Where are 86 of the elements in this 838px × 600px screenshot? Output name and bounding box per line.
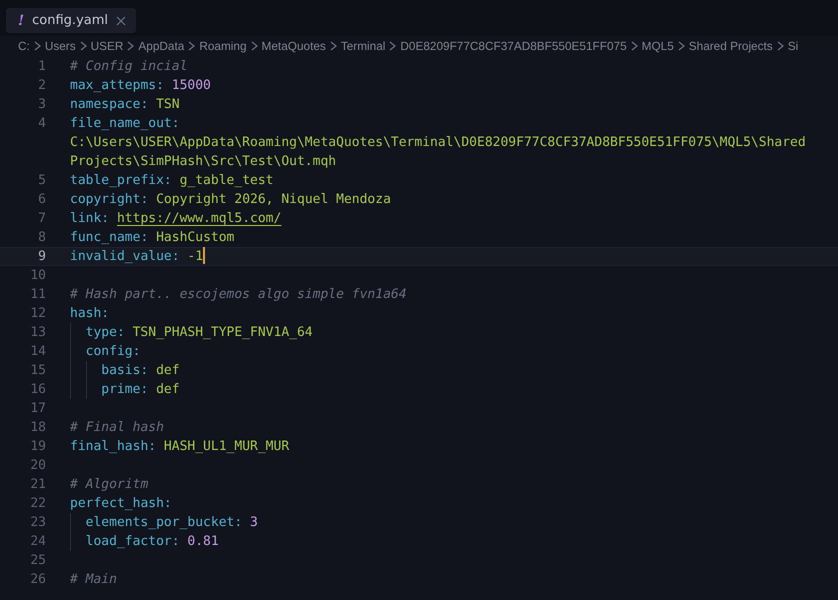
- breadcrumb-item[interactable]: D0E8209F77C8CF37AD8BF550E51FF075: [400, 37, 627, 55]
- line-number: 7: [37, 210, 47, 228]
- breadcrumb-item[interactable]: USER: [90, 37, 124, 55]
- line-number: 22: [29, 495, 47, 513]
- line-number: 21: [29, 476, 47, 494]
- yaml-key: type:: [86, 325, 125, 340]
- chevron-icon: [34, 41, 41, 51]
- yaml-value: -1: [187, 249, 204, 264]
- line-number: 6: [37, 191, 47, 209]
- line-number: 20: [29, 457, 47, 475]
- chevron-icon: [776, 41, 784, 51]
- line-number: 14: [29, 343, 47, 361]
- breadcrumb-item[interactable]: MQL5: [642, 37, 674, 55]
- close-icon[interactable]: [116, 16, 126, 26]
- yaml-key: func_name:: [70, 230, 148, 245]
- line-number: 2: [37, 77, 47, 95]
- yaml-key: config:: [86, 344, 140, 359]
- breadcrumb-item[interactable]: Shared Projects: [688, 37, 773, 55]
- yaml-value: Copyright 2026, Niquel Mendoza: [156, 192, 391, 207]
- yaml-value: 0.81: [187, 534, 219, 549]
- yaml-key: link:: [70, 211, 110, 226]
- breadcrumb-item[interactable]: MetaQuotes: [262, 37, 326, 55]
- breadcrumb-item[interactable]: Terminal: [340, 37, 386, 55]
- yaml-key: elements_por_bucket:: [86, 515, 242, 530]
- text-cursor: [203, 247, 206, 264]
- code-comment: # Algoritm: [70, 477, 148, 492]
- line-number: 15: [29, 362, 47, 380]
- chevron-icon: [678, 41, 685, 51]
- yaml-key: max_attepms:: [70, 78, 164, 93]
- yaml-key: basis:: [101, 363, 148, 378]
- line-number: 12: [29, 305, 47, 323]
- yaml-value: 3: [250, 515, 258, 530]
- breadcrumb-item[interactable]: Roaming: [199, 37, 247, 55]
- code-comment: # Config incial: [70, 59, 188, 74]
- yaml-key: file_name_out:: [70, 116, 180, 131]
- yaml-value: g_table_test: [180, 173, 274, 188]
- yaml-key: table_prefix:: [70, 173, 172, 188]
- line-number: 25: [29, 552, 47, 570]
- code-comment: # Final hash: [70, 420, 164, 435]
- line-number: 17: [29, 400, 47, 418]
- file-tab[interactable]: ! config.yaml: [6, 8, 136, 33]
- yaml-value: TSN: [156, 97, 180, 112]
- chevron-icon: [389, 41, 396, 51]
- line-number: 8: [37, 229, 47, 247]
- line-number: 23: [29, 514, 47, 532]
- yaml-key: load_factor:: [86, 534, 180, 549]
- breadcrumb-item[interactable]: Si: [788, 37, 798, 55]
- breadcrumb-item[interactable]: AppData: [138, 37, 184, 55]
- breadcrumb-item[interactable]: C:: [18, 37, 30, 55]
- line-number: 11: [29, 286, 47, 304]
- yaml-value: TSN_PHASH_TYPE_FNV1A_64: [132, 325, 313, 340]
- line-number: 19: [29, 438, 47, 456]
- line-number: 4: [37, 115, 47, 133]
- line-number: 9: [37, 248, 47, 266]
- line-number: 13: [29, 324, 47, 342]
- line-number: 1: [37, 58, 47, 76]
- chevron-icon: [188, 41, 196, 51]
- yaml-key: namespace:: [70, 97, 148, 112]
- yaml-value: def: [156, 382, 180, 397]
- link[interactable]: https://www.mql5.com/: [116, 211, 282, 226]
- line-number: 16: [29, 381, 47, 399]
- line-number: 24: [29, 533, 47, 551]
- code-comment: # Main: [70, 572, 117, 587]
- breadcrumb-item[interactable]: Users: [44, 37, 76, 55]
- chevron-icon: [630, 41, 638, 51]
- yaml-key: copyright:: [70, 192, 148, 207]
- yaml-value: 15000: [172, 78, 211, 93]
- line-number: 26: [29, 571, 47, 589]
- line-number: 18: [29, 419, 47, 437]
- yaml-value: def: [156, 363, 180, 378]
- yaml-key: final_hash:: [70, 439, 156, 454]
- warning-icon: !: [18, 12, 24, 28]
- chevron-icon: [80, 41, 87, 51]
- chevron-icon: [250, 41, 258, 51]
- yaml-value: HASH_UL1_MUR_MUR: [164, 439, 290, 454]
- code-comment: # Hash part.. escojemos algo simple fvn1a64: [70, 287, 407, 302]
- line-number: 10: [29, 267, 47, 285]
- yaml-value: HashCustom: [156, 230, 234, 245]
- yaml-key: perfect_hash:: [70, 496, 172, 511]
- chevron-icon: [127, 41, 134, 51]
- yaml-key: prime:: [101, 382, 148, 397]
- line-number: 5: [37, 172, 47, 190]
- line-number: 3: [37, 96, 47, 114]
- yaml-key: hash:: [70, 306, 110, 321]
- chevron-icon: [330, 41, 337, 51]
- yaml-key: invalid_value:: [70, 249, 180, 264]
